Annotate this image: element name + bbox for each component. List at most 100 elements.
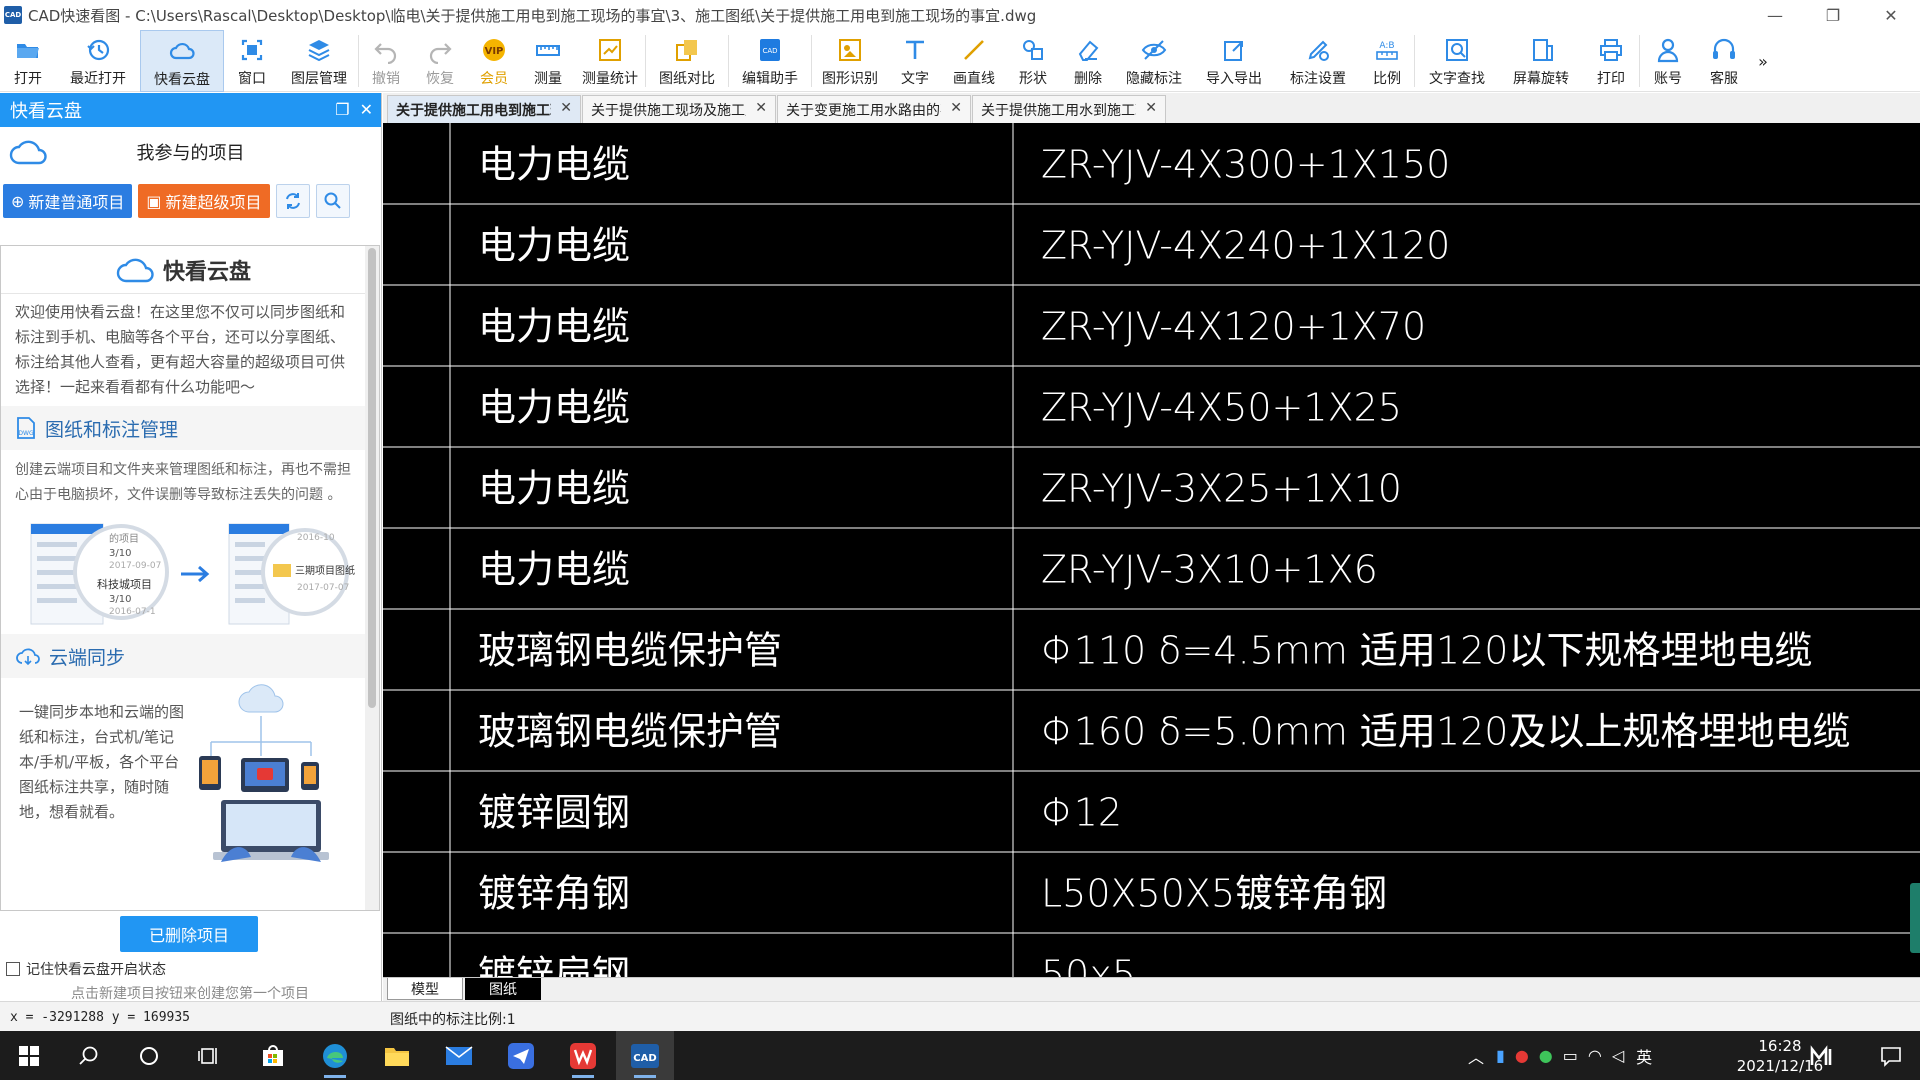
open-button[interactable]: 打开	[0, 30, 56, 92]
rotate-screen-button[interactable]: 屏幕旋转	[1499, 30, 1583, 92]
redo-button[interactable]: 恢复	[413, 30, 467, 92]
annotation-scale-status: 图纸中的标注比例:1	[390, 1012, 516, 1028]
remember-state-checkbox[interactable]	[6, 962, 20, 976]
edge-browser-button[interactable]	[306, 1031, 364, 1080]
tab-model[interactable]: 模型	[387, 978, 463, 1000]
cloud-disk-panel: 快看云盘 ❐ ✕ 我参与的项目 ⊕ 新建普通项目 ▣ 新建超级项目 快看云盘 欢…	[0, 93, 382, 1013]
wifi-icon[interactable]: ◠	[1588, 1046, 1602, 1065]
widget-button[interactable]	[1794, 1031, 1852, 1080]
measure-button[interactable]: 测量	[521, 30, 575, 92]
search-button[interactable]	[315, 184, 350, 218]
print-button[interactable]: 打印	[1583, 30, 1639, 92]
material-spec-cell: 50x5	[1041, 953, 1136, 978]
measure-stats-button[interactable]: 测量统计	[575, 30, 645, 92]
recent-open-button[interactable]: 最近打开	[56, 30, 140, 92]
import-export-button[interactable]: 导入导出	[1192, 30, 1276, 92]
text-tool-button[interactable]: 文字	[888, 30, 942, 92]
undo-button[interactable]: 撤销	[359, 30, 413, 92]
material-name-cell: 电力电缆	[478, 548, 630, 592]
toolbar-overflow-button[interactable]: »	[1752, 30, 1774, 92]
panel-float-icon[interactable]: ❐	[335, 100, 349, 119]
tray-app-icon[interactable]: ▮	[1496, 1046, 1505, 1065]
material-spec-cell: L50X50X5镀锌角钢	[1041, 872, 1387, 916]
annotation-settings-icon	[1308, 40, 1329, 61]
close-tab-icon[interactable]: ✕	[755, 100, 767, 116]
search-icon	[324, 192, 341, 209]
window-controls: — ❐ ✕	[1746, 0, 1920, 30]
account-button[interactable]: 账号	[1640, 30, 1696, 92]
wps-app-button[interactable]	[554, 1031, 612, 1080]
wechat-icon[interactable]: ●	[1539, 1046, 1553, 1065]
delete-button[interactable]: 删除	[1060, 30, 1116, 92]
close-tab-icon[interactable]: ✕	[1145, 100, 1157, 116]
new-super-project-button[interactable]: ▣ 新建超级项目	[138, 184, 270, 218]
sync-icon	[285, 193, 300, 209]
mail-app-button[interactable]	[430, 1031, 488, 1080]
cad-viewer-taskbar-button[interactable]: CAD	[616, 1031, 674, 1080]
input-method-indicator[interactable]: 英	[1636, 1044, 1652, 1068]
cortana-button[interactable]	[120, 1031, 178, 1080]
file-explorer-button[interactable]	[368, 1031, 426, 1080]
layer-manager-button[interactable]: 图层管理	[280, 30, 358, 92]
my-projects-title: 我参与的项目	[136, 143, 245, 164]
edit-assistant-button[interactable]: CAD 编辑助手	[729, 30, 811, 92]
scale-button[interactable]: A:B 比例	[1360, 30, 1414, 92]
hide-annotation-button[interactable]: 隐藏标注	[1116, 30, 1192, 92]
intro-scroll-area[interactable]: 快看云盘 欢迎使用快看云盘！在这里您不仅可以同步图纸和标注到手机、电脑等各个平台…	[0, 245, 380, 911]
tab-paper[interactable]: 图纸	[465, 978, 541, 1000]
netease-music-icon[interactable]: ●	[1515, 1046, 1529, 1065]
start-button[interactable]	[0, 1031, 58, 1080]
create-project-hint: 点击新建项目按钮来创建您第一个项目	[71, 986, 309, 1002]
vip-button[interactable]: VIP 会员	[467, 30, 521, 92]
battery-icon[interactable]: ▭	[1563, 1046, 1578, 1065]
scrollbar-thumb[interactable]	[368, 248, 376, 708]
store-app-button[interactable]	[244, 1031, 302, 1080]
tab-document-4[interactable]: 关于提供施工用水到施工现场的事宜 ✕	[972, 95, 1166, 123]
feishu-app-button[interactable]	[492, 1031, 550, 1080]
window-button[interactable]: 窗口	[224, 30, 280, 92]
close-tab-icon[interactable]: ✕	[560, 100, 572, 116]
tab-document-3[interactable]: 关于变更施工用水路由的事宜 ✕	[777, 95, 971, 123]
new-normal-project-button[interactable]: ⊕ 新建普通项目	[3, 184, 133, 218]
restore-button[interactable]: ❐	[1804, 0, 1862, 30]
tray-expand-icon[interactable]: ︿	[1468, 1044, 1484, 1068]
notification-center-button[interactable]	[1862, 1031, 1920, 1080]
text-search-button[interactable]: 文字查找	[1415, 30, 1499, 92]
minimize-button[interactable]: —	[1746, 0, 1804, 30]
layout-tabs: 模型 图纸	[383, 977, 1920, 1001]
sync-button[interactable]	[275, 184, 310, 218]
svg-text:CAD: CAD	[633, 1053, 656, 1064]
paper-plane-icon	[508, 1042, 534, 1069]
text-search-icon	[1446, 39, 1468, 61]
task-view-button[interactable]	[180, 1031, 238, 1080]
cad-drawing: 电力电缆 ZR-YJV-4X300+1X150 电力电缆 ZR-YJV-4X240+1…	[383, 123, 1920, 977]
deleted-projects-button[interactable]: 已删除项目	[120, 916, 258, 952]
tab-document-1[interactable]: 关于提供施工用电到施工现场的事宜 ✕	[387, 95, 581, 123]
shape-recognition-button[interactable]: 图形识别	[812, 30, 888, 92]
window-title: CAD快速看图 - C:\Users\Rascal\Desktop\Deskto…	[28, 6, 1037, 25]
material-name-cell: 玻璃钢电缆保护管	[478, 710, 782, 754]
clock-history-icon	[87, 39, 110, 61]
close-window-button[interactable]: ✕	[1862, 0, 1920, 30]
close-tab-icon[interactable]: ✕	[950, 100, 962, 116]
project-actions: ⊕ 新建普通项目 ▣ 新建超级项目	[0, 177, 381, 225]
customer-service-button[interactable]: 客服	[1696, 30, 1752, 92]
draw-line-button[interactable]: 画直线	[942, 30, 1006, 92]
volume-icon[interactable]: ◁	[1612, 1046, 1624, 1065]
annotation-settings-button[interactable]: 标注设置	[1276, 30, 1360, 92]
compare-drawings-button[interactable]: 图纸对比	[646, 30, 728, 92]
side-handle[interactable]	[1910, 883, 1920, 953]
remember-state-option[interactable]: 记住快看云盘开启状态	[6, 959, 166, 979]
search-taskbar-button[interactable]	[60, 1031, 118, 1080]
drawing-canvas[interactable]: 电力电缆 ZR-YJV-4X300+1X150 电力电缆 ZR-YJV-4X240+1…	[383, 123, 1920, 977]
vertical-scrollbar[interactable]	[365, 246, 379, 910]
shapes-button[interactable]: 形状	[1006, 30, 1060, 92]
plus-circle-icon: ⊕	[11, 191, 25, 211]
search-icon	[79, 1046, 98, 1065]
tab-document-2[interactable]: 关于提供施工现场及施工用电的事宜 ✕	[582, 95, 776, 123]
cloud-disk-button[interactable]: 快看云盘	[140, 30, 224, 92]
panel-close-icon[interactable]: ✕	[360, 100, 373, 119]
illustration-caption: 2016-07-1	[109, 607, 156, 617]
illustration-caption: 科技城项目	[97, 577, 152, 591]
illustration-caption: 2016-10	[297, 533, 335, 543]
